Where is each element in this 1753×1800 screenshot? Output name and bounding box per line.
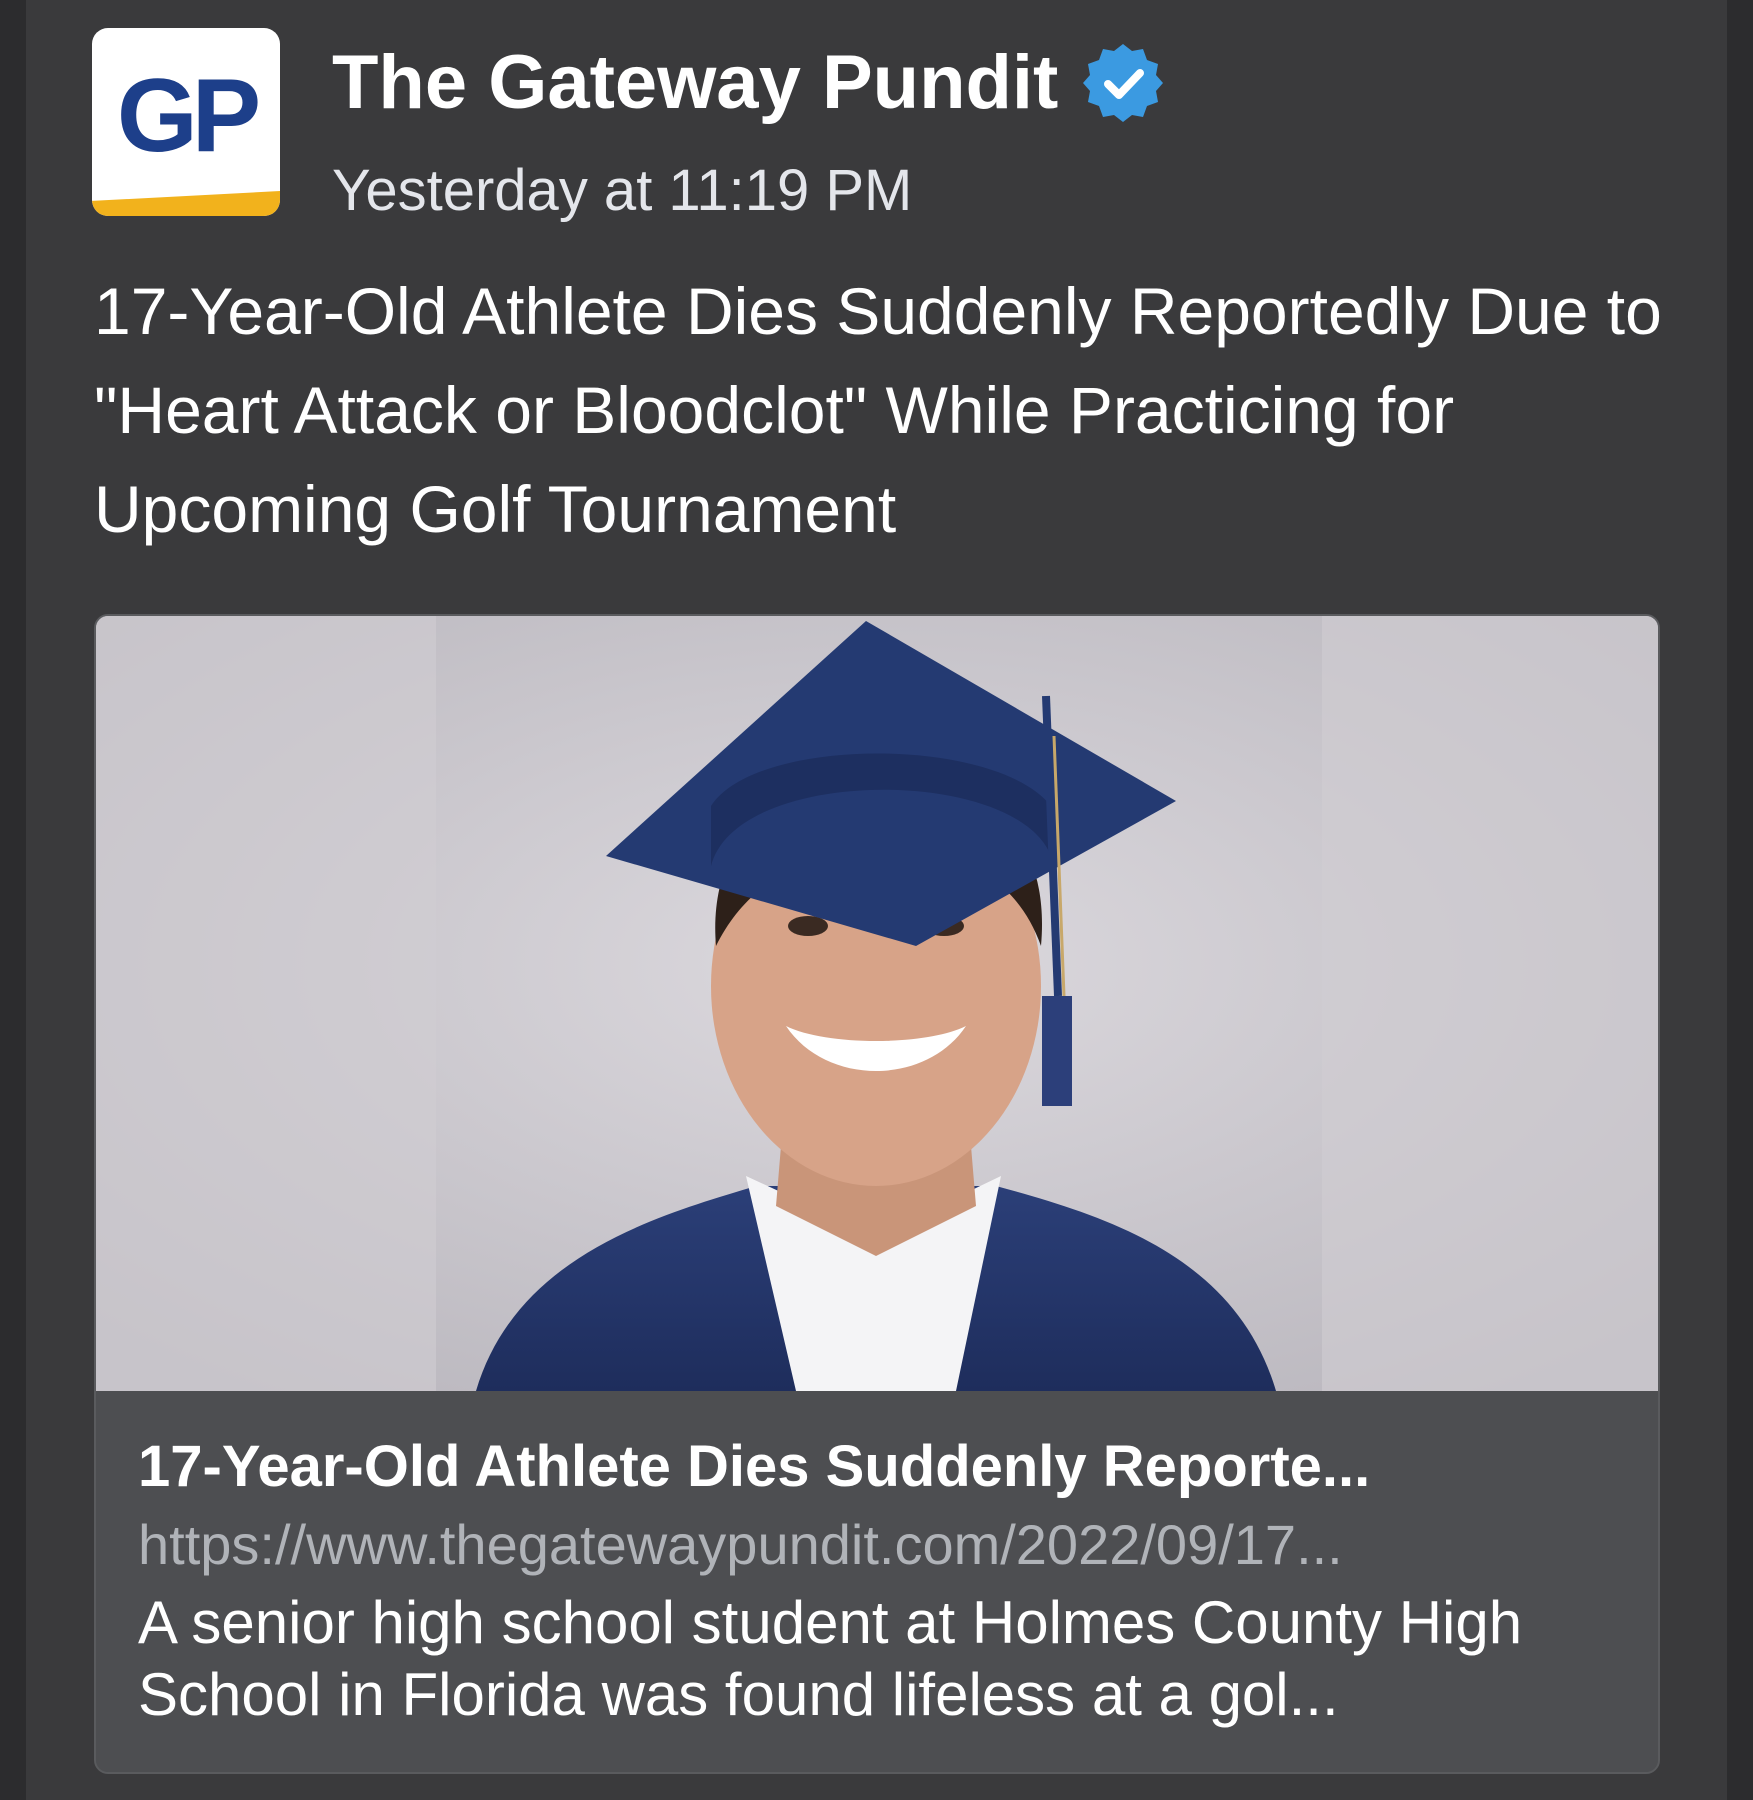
page-avatar[interactable]: GP (92, 28, 280, 216)
left-gutter (0, 0, 26, 1800)
link-preview-title[interactable]: 17-Year-Old Athlete Dies Suddenly Report… (138, 1431, 1618, 1503)
link-preview-card[interactable]: 17-Year-Old Athlete Dies Suddenly Report… (94, 614, 1660, 1774)
feed-post: GP The Gateway Pundit Yesterday at 11:19… (26, 0, 1727, 1800)
post-header: GP The Gateway Pundit Yesterday at 11:19… (92, 28, 1166, 226)
link-preview-url[interactable]: https://www.thegatewaypundit.com/2022/09… (138, 1509, 1618, 1581)
name-row: The Gateway Pundit (332, 38, 1166, 128)
link-preview-body: 17-Year-Old Athlete Dies Suddenly Report… (96, 1391, 1658, 1772)
link-preview-description: A senior high school student at Holmes C… (138, 1589, 1523, 1728)
post-message: 17-Year-Old Athlete Dies Suddenly Report… (94, 274, 1662, 546)
right-gutter (1727, 0, 1753, 1800)
avatar-logo-stripe (92, 190, 280, 216)
post-timestamp[interactable]: Yesterday at 11:19 PM (332, 156, 1166, 226)
link-preview-image[interactable] (96, 616, 1658, 1391)
header-text: The Gateway Pundit Yesterday at 11:19 PM (332, 28, 1166, 226)
verified-badge-icon (1080, 40, 1166, 126)
page-name-link[interactable]: The Gateway Pundit (332, 38, 1058, 128)
avatar-logo-text: GP (116, 58, 261, 174)
